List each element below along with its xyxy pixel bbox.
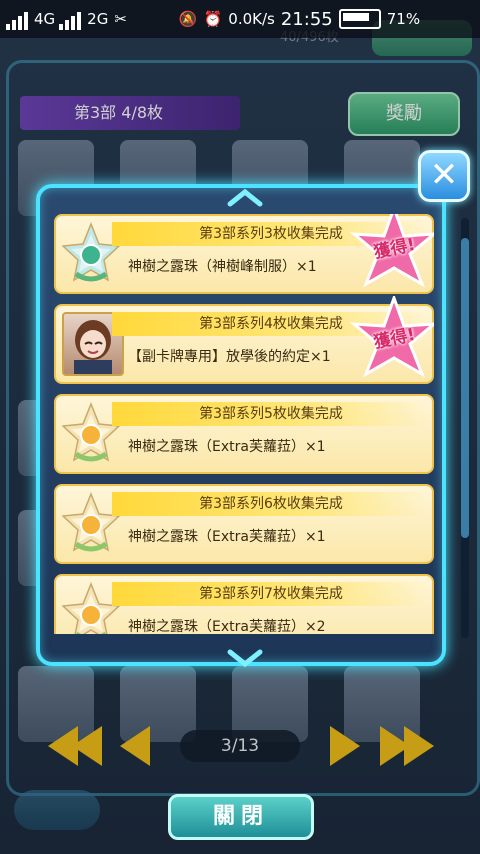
reward-title: 第3部系列5枚收集完成 <box>112 402 430 426</box>
reward-description: 神樹之露珠（Extra芙蘿菈）×2 <box>128 619 326 634</box>
battery-percent: 71% <box>386 10 421 28</box>
close-icon[interactable]: ✕ <box>418 150 470 202</box>
obtained-badge: 獲得! <box>348 293 434 388</box>
reward-list[interactable]: 第3部系列3枚收集完成 神樹之露珠（神樹峰制服）×1 獲得! 第3部系列4枚收集… <box>54 214 434 634</box>
reward-item: 第3部系列5枚收集完成 神樹之露珠（Extra芙蘿菈）×1 <box>54 394 434 474</box>
obtained-badge: 獲得! <box>348 214 434 298</box>
reward-title: 第3部系列6枚收集完成 <box>112 492 430 516</box>
signal-strength-2-icon <box>59 8 82 30</box>
reward-item: 第3部系列6枚收集完成 神樹之露珠（Extra芙蘿菈）×1 <box>54 484 434 564</box>
network-4g-label: 4G <box>34 10 56 28</box>
reward-item: 第3部系列7枚收集完成 神樹之露珠（Extra芙蘿菈）×2 <box>54 574 434 634</box>
reward-item: 第3部系列4枚收集完成 【副卡牌專用】放學後的約定×1 獲得! <box>54 293 434 384</box>
net-speed: 0.0K/s <box>228 10 275 28</box>
scroll-down-icon[interactable] <box>222 644 268 670</box>
status-bar: 4G 2G ✂ 🔕 ⏰ 0.0K/s 21:55 71% <box>0 0 480 38</box>
reward-title: 第3部系列7枚收集完成 <box>112 582 430 606</box>
network-2g-label: 2G <box>87 10 109 28</box>
signal-strength-icon <box>6 8 28 30</box>
battery-icon <box>338 9 381 29</box>
mute-icon: 🔕 <box>178 10 198 28</box>
scroll-up-icon[interactable] <box>222 186 268 212</box>
scissors-icon: ✂ <box>114 10 127 28</box>
clock: 21:55 <box>280 8 333 30</box>
reward-description: 神樹之露珠（Extra芙蘿菈）×1 <box>128 439 326 455</box>
close-button[interactable]: 關閉 <box>168 794 314 840</box>
reward-list-dialog: 第3部系列3枚收集完成 神樹之露珠（神樹峰制服）×1 獲得! 第3部系列4枚收集… <box>36 184 446 668</box>
scrollbar-thumb[interactable] <box>461 238 469 538</box>
reward-description: 神樹之露珠（Extra芙蘿菈）×1 <box>128 529 326 545</box>
alarm-icon: ⏰ <box>203 10 223 28</box>
scrollbar[interactable] <box>461 218 469 638</box>
reward-item: 第3部系列3枚收集完成 神樹之露珠（神樹峰制服）×1 獲得! <box>54 214 434 294</box>
